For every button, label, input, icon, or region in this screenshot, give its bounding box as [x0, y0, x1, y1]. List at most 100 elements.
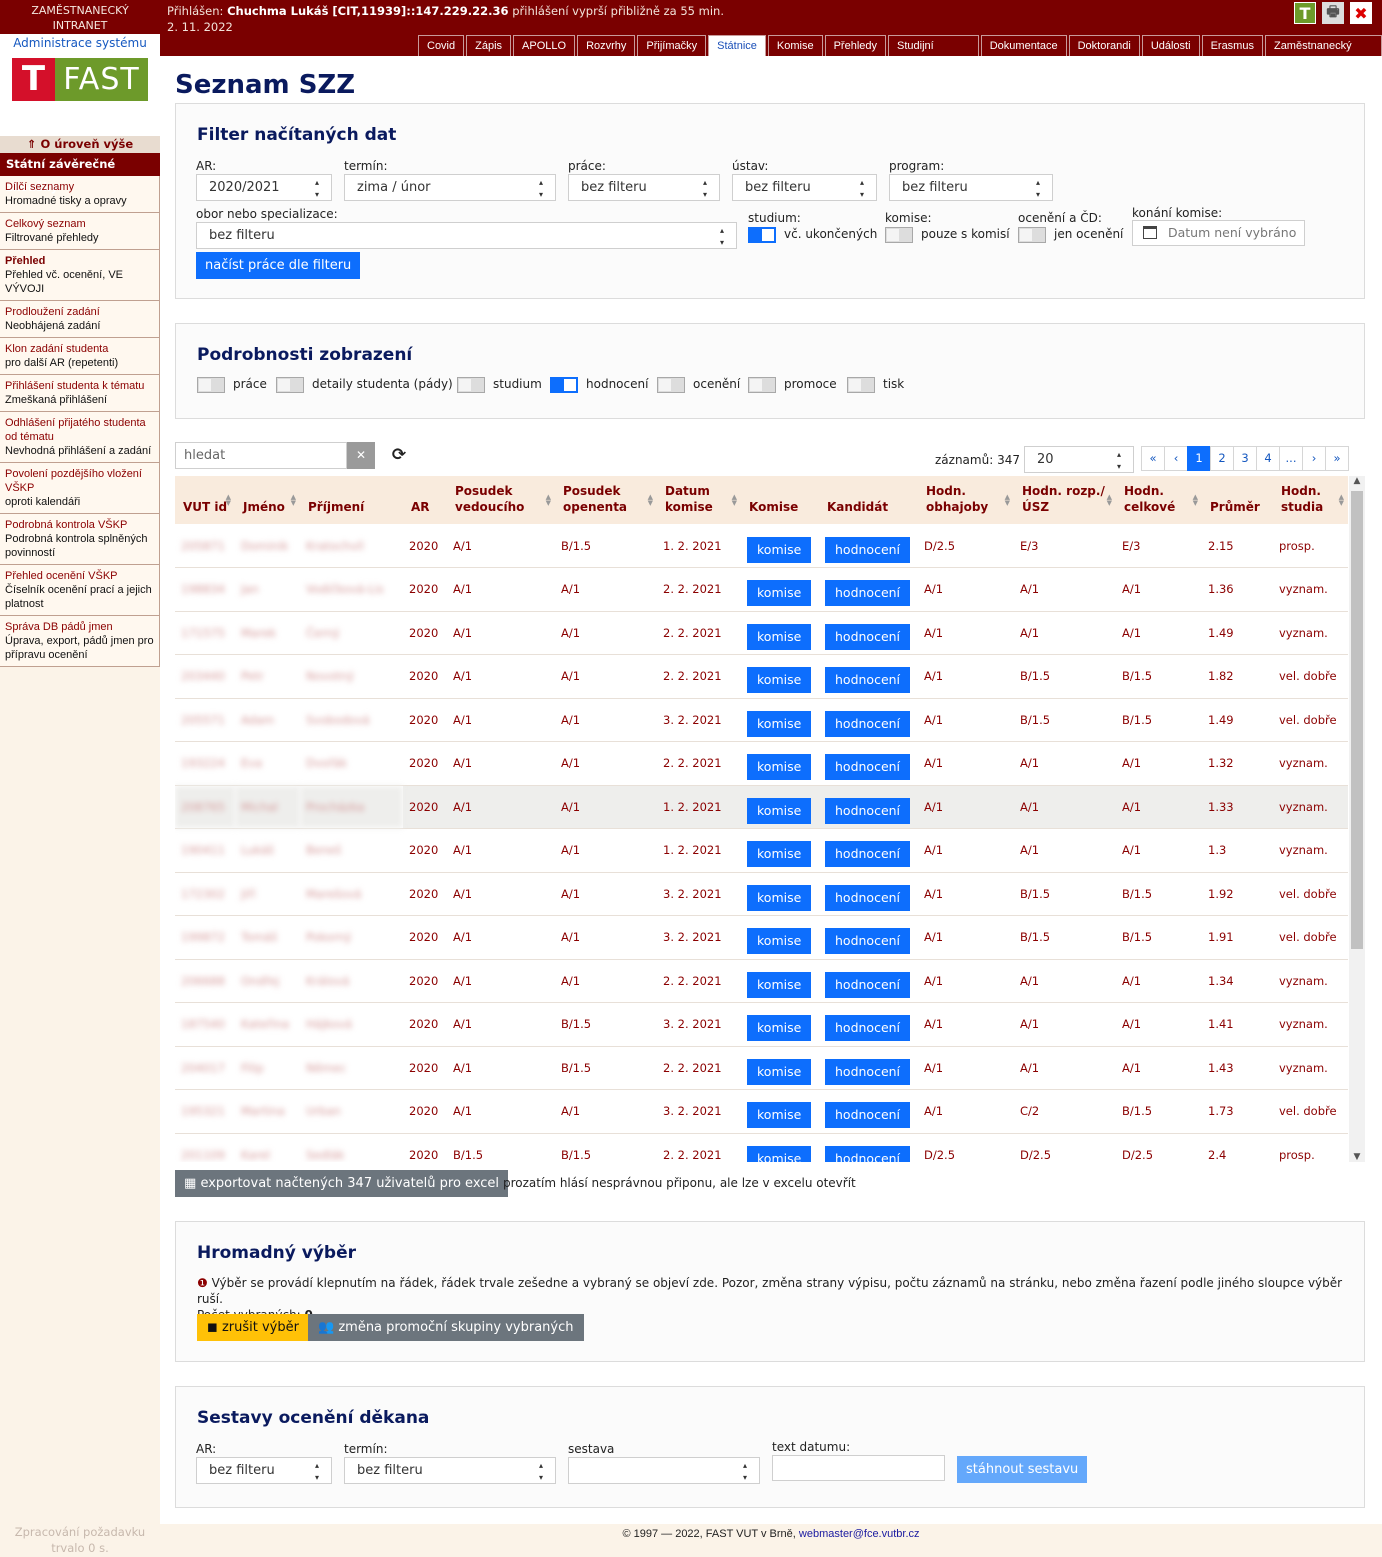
komise-toggle[interactable] [885, 227, 913, 243]
column-header[interactable]: Hodn. studia ▲ ▼ [1273, 476, 1348, 524]
table-row[interactable]: 198834 Jan Vodičková-Lis 2020 A/1 A/1 2. 2. 20… [175, 567, 1348, 612]
webmaster-link[interactable]: webmaster@fce.vutbr.cz [799, 1528, 920, 1540]
komise-button[interactable]: komise [747, 710, 812, 737]
hodnoceni-button[interactable]: hodnocení [825, 536, 911, 563]
page-link[interactable]: » [1325, 446, 1349, 471]
sort-icon[interactable]: ▲ ▼ [546, 494, 551, 507]
komise-button[interactable]: komise [747, 754, 812, 781]
sidebar-item[interactable]: Povolení pozdějšího vložení VŠKP oproti k… [0, 463, 160, 514]
admin-link[interactable]: Administrace systému [0, 36, 160, 50]
tab-zápis[interactable]: Zápis [466, 35, 512, 56]
sidebar-item[interactable]: Dílčí seznamy Hromadné tisky a opravy [0, 176, 160, 213]
komise-button[interactable]: komise [747, 884, 812, 911]
komise-button[interactable]: komise [747, 1102, 812, 1129]
sidebar-item[interactable]: Celkový seznam Filtrované přehledy [0, 213, 160, 250]
hodnoceni-button[interactable]: hodnocení [825, 754, 911, 781]
print-icon[interactable]: 🖶 [1322, 2, 1344, 24]
sidebar-item[interactable]: Přihlášení studenta k tématu Zmeškaná při… [0, 375, 160, 412]
table-row[interactable]: 201109 Karel Sedlák 2020 B/1.5 B/1.5 2. 2. 202… [175, 1133, 1348, 1162]
tab-apollo[interactable]: APOLLO [513, 35, 576, 56]
komise-button[interactable]: komise [747, 580, 812, 607]
oceneni-toggle[interactable] [1018, 227, 1046, 243]
tab-doktorandi[interactable]: Doktorandi [1068, 35, 1140, 56]
hodnoceni-button[interactable]: hodnocení [825, 797, 911, 824]
tab-komise[interactable]: Komise [767, 35, 823, 56]
page-link[interactable]: 1 [1187, 446, 1211, 471]
page-link[interactable]: 4 [1256, 446, 1280, 471]
detail-toggle-4[interactable] [657, 377, 685, 393]
tab-zaměstnanecký-intranet[interactable]: Zaměstnanecký intranet [1264, 35, 1382, 72]
sort-icon[interactable]: ▲ ▼ [291, 494, 296, 507]
sort-icon[interactable]: ▲ ▼ [1193, 494, 1198, 507]
column-header[interactable]: VUT id ▲ ▼ [175, 476, 235, 524]
komise-button[interactable]: komise [747, 928, 812, 955]
table-row[interactable]: 190411 Lukáš Beneš 2020 A/1 A/1 1. 2. 2021 komi… [175, 828, 1348, 873]
komise-button[interactable]: komise [747, 623, 812, 650]
change-group-button[interactable]: 👥 změna promoční skupiny vybraných [308, 1314, 584, 1341]
sidebar-item[interactable]: Přehled ocenění VŠKP Číselník ocenění pra… [0, 565, 160, 616]
hodnoceni-button[interactable]: hodnocení [825, 1102, 911, 1129]
detail-toggle-6[interactable] [847, 377, 875, 393]
hodnoceni-button[interactable]: hodnocení [825, 667, 911, 694]
hodnoceni-button[interactable]: hodnocení [825, 1015, 911, 1042]
page-link[interactable]: 2 [1210, 446, 1234, 471]
page-link[interactable]: ‹ [1164, 446, 1188, 471]
tab-studijní-programy[interactable]: Studijní programy [888, 35, 979, 72]
sort-icon[interactable]: ▲ ▼ [1005, 494, 1010, 507]
komise-button[interactable]: komise [747, 667, 812, 694]
table-row[interactable]: 171575 Marek Černý 2020 A/1 A/1 2. 2. 2021 komi… [175, 611, 1348, 655]
table-scrollbar[interactable]: ▲ ▼ [1349, 476, 1365, 1162]
table-row[interactable]: 205871 Dominik Kratochvíl 2020 A/1 B/1.5 1. 2.… [175, 524, 1348, 568]
sidebar-item[interactable]: Prodloužení zadání Neobhájená zadání [0, 301, 160, 338]
page-link[interactable]: › [1302, 446, 1326, 471]
column-header[interactable]: Hodn. celkové ▲ ▼ [1116, 476, 1202, 524]
table-row[interactable]: 193224 Eva Dvořák 2020 A/1 A/1 2. 2. 2021 komis… [175, 741, 1348, 786]
load-button[interactable]: načíst práce dle filteru [196, 252, 361, 279]
refresh-icon[interactable]: ⟳ [385, 442, 413, 469]
column-header[interactable]: Hodn. obhajoby ▲ ▼ [918, 476, 1014, 524]
table-row[interactable]: 208765 Michal Procházka 2020 A/1 A/1 1. 2. 202… [175, 785, 1348, 829]
sort-icon[interactable]: ▲ ▼ [1107, 494, 1112, 507]
studium-toggle[interactable] [748, 227, 776, 243]
detail-toggle-1[interactable] [276, 377, 304, 393]
search-input[interactable]: hledat [175, 442, 347, 469]
table-row[interactable]: 199872 Tomáš Pokorný 2020 A/1 A/1 3. 2. 2021 ko… [175, 915, 1348, 960]
sidebar-item[interactable]: Přehled Přehled vč. ocenění, VE VÝVOJI [0, 250, 160, 301]
ar-select[interactable]: 2020/2021 [196, 174, 332, 201]
text-datumu-input[interactable] [772, 1455, 945, 1481]
tab-erasmus[interactable]: Erasmus [1201, 35, 1263, 56]
t-icon[interactable]: T [1294, 2, 1316, 24]
hodnoceni-button[interactable]: hodnocení [825, 1145, 911, 1162]
tab-přijímačky[interactable]: Přijímačky [637, 35, 707, 56]
program-select[interactable]: bez filteru [889, 174, 1053, 201]
sidebar-item[interactable]: Podrobná kontrola VŠKP Podrobná kontrola … [0, 514, 160, 565]
sort-icon[interactable]: ▲ ▼ [732, 494, 737, 507]
detail-toggle-0[interactable] [197, 377, 225, 393]
tab-události[interactable]: Události [1141, 35, 1200, 56]
obor-select[interactable]: bez filteru [196, 222, 737, 249]
download-report-button[interactable]: stáhnout sestavu [957, 1456, 1088, 1483]
tab-covid[interactable]: Covid [418, 35, 465, 56]
hodnoceni-button[interactable]: hodnocení [825, 710, 911, 737]
detail-toggle-3[interactable] [550, 377, 578, 393]
export-button[interactable]: ▦ exportovat načtených 347 uživatelů pro… [175, 1170, 509, 1197]
komise-button[interactable]: komise [747, 1145, 812, 1162]
table-row[interactable]: 172302 Jiří Marešová 2020 A/1 A/1 3. 2. 2021 ko… [175, 872, 1348, 916]
level-up-link[interactable]: ⇑ O úroveň výše [0, 136, 160, 153]
table-row[interactable]: 203440 Petr Novotný 2020 A/1 A/1 2. 2. 2021 kom… [175, 654, 1348, 699]
sidebar-item[interactable]: Správa DB pádů jmen Úprava, export, pádů … [0, 616, 160, 667]
column-header[interactable]: Kandidát [819, 476, 918, 524]
hodnoceni-button[interactable]: hodnocení [825, 841, 911, 868]
komise-button[interactable]: komise [747, 1015, 812, 1042]
column-header[interactable]: Hodn. rozp./ÚSZ ▲ ▼ [1014, 476, 1116, 524]
close-icon[interactable]: ✖ [1350, 2, 1372, 24]
column-header[interactable]: Průměr [1202, 476, 1273, 524]
page-link[interactable]: ... [1279, 446, 1303, 471]
detail-toggle-2[interactable] [457, 377, 485, 393]
tab-rozvrhy[interactable]: Rozvrhy [577, 35, 636, 56]
tab-státnice[interactable]: Státnice [708, 35, 766, 56]
termin-select[interactable]: zima / únor [344, 174, 556, 201]
reports-termin-select[interactable]: bez filteru [344, 1457, 556, 1484]
sidebar-item[interactable]: Klon zadání studenta pro další AR (repete… [0, 338, 160, 375]
clear-search-icon[interactable]: ✕ [347, 442, 375, 469]
